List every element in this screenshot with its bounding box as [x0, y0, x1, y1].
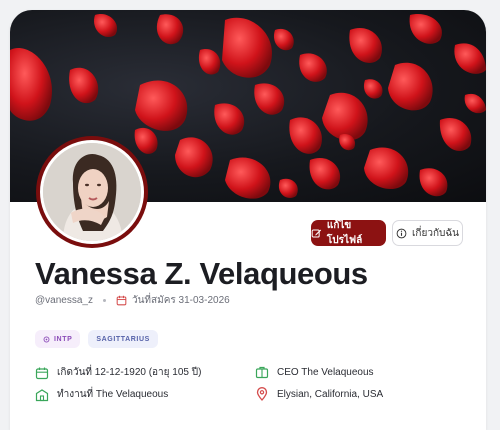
location-text: Elysian, California, USA — [277, 388, 384, 400]
about-me-button[interactable]: เกี่ยวกับฉัน — [392, 220, 463, 246]
joined-date-text: วันที่สมัคร 31-03-2026 — [131, 294, 230, 306]
joined-date: วันที่สมัคร 31-03-2026 — [116, 293, 230, 308]
tag-sagittarius-label: SAGITTARIUS — [96, 335, 150, 343]
info-icon — [396, 228, 407, 238]
building-icon — [35, 388, 49, 401]
location-info: Elysian, California, USA — [255, 387, 383, 401]
position-text: CEO The Velaqueous — [277, 366, 374, 378]
flower-icon — [43, 336, 50, 342]
map-pin-icon — [256, 387, 268, 401]
position-info: CEO The Velaqueous — [255, 365, 374, 379]
profile-meta: @vanessa_z วันที่สมัคร 31-03-2026 — [35, 293, 230, 307]
workplace-text: ทำงานที่ The Velaqueous — [57, 389, 169, 400]
briefcase-icon — [255, 366, 269, 379]
edit-icon — [311, 228, 322, 238]
avatar-photo — [43, 143, 141, 241]
calendar-icon — [116, 295, 127, 305]
cake-icon — [35, 367, 49, 379]
profile-card: แก้ไขโปรไฟล์ เกี่ยวกับฉัน Vanessa Z. Vel… — [10, 10, 486, 430]
tag-intp[interactable]: INTP — [35, 330, 81, 348]
about-me-label: เกี่ยวกับฉัน — [412, 227, 459, 239]
tag-intp-label: INTP — [54, 335, 73, 343]
separator-dot — [102, 298, 106, 302]
edit-profile-button[interactable]: แก้ไขโปรไฟล์ — [311, 220, 386, 246]
avatar[interactable] — [36, 136, 148, 248]
edit-profile-label: แก้ไขโปรไฟล์ — [326, 220, 363, 246]
workplace-info: ทำงานที่ The Velaqueous — [35, 387, 168, 402]
tag-list: INTP SAGITTARIUS — [35, 330, 158, 348]
profile-name: Vanessa Z. Velaqueous — [35, 256, 368, 291]
birth-info: เกิดวันที่ 12-12-1920 (อายุ 105 ปี) — [35, 365, 201, 380]
tag-sagittarius[interactable]: SAGITTARIUS — [88, 330, 158, 348]
username: @vanessa_z — [35, 294, 93, 306]
birth-text: เกิดวันที่ 12-12-1920 (อายุ 105 ปี) — [57, 367, 202, 378]
